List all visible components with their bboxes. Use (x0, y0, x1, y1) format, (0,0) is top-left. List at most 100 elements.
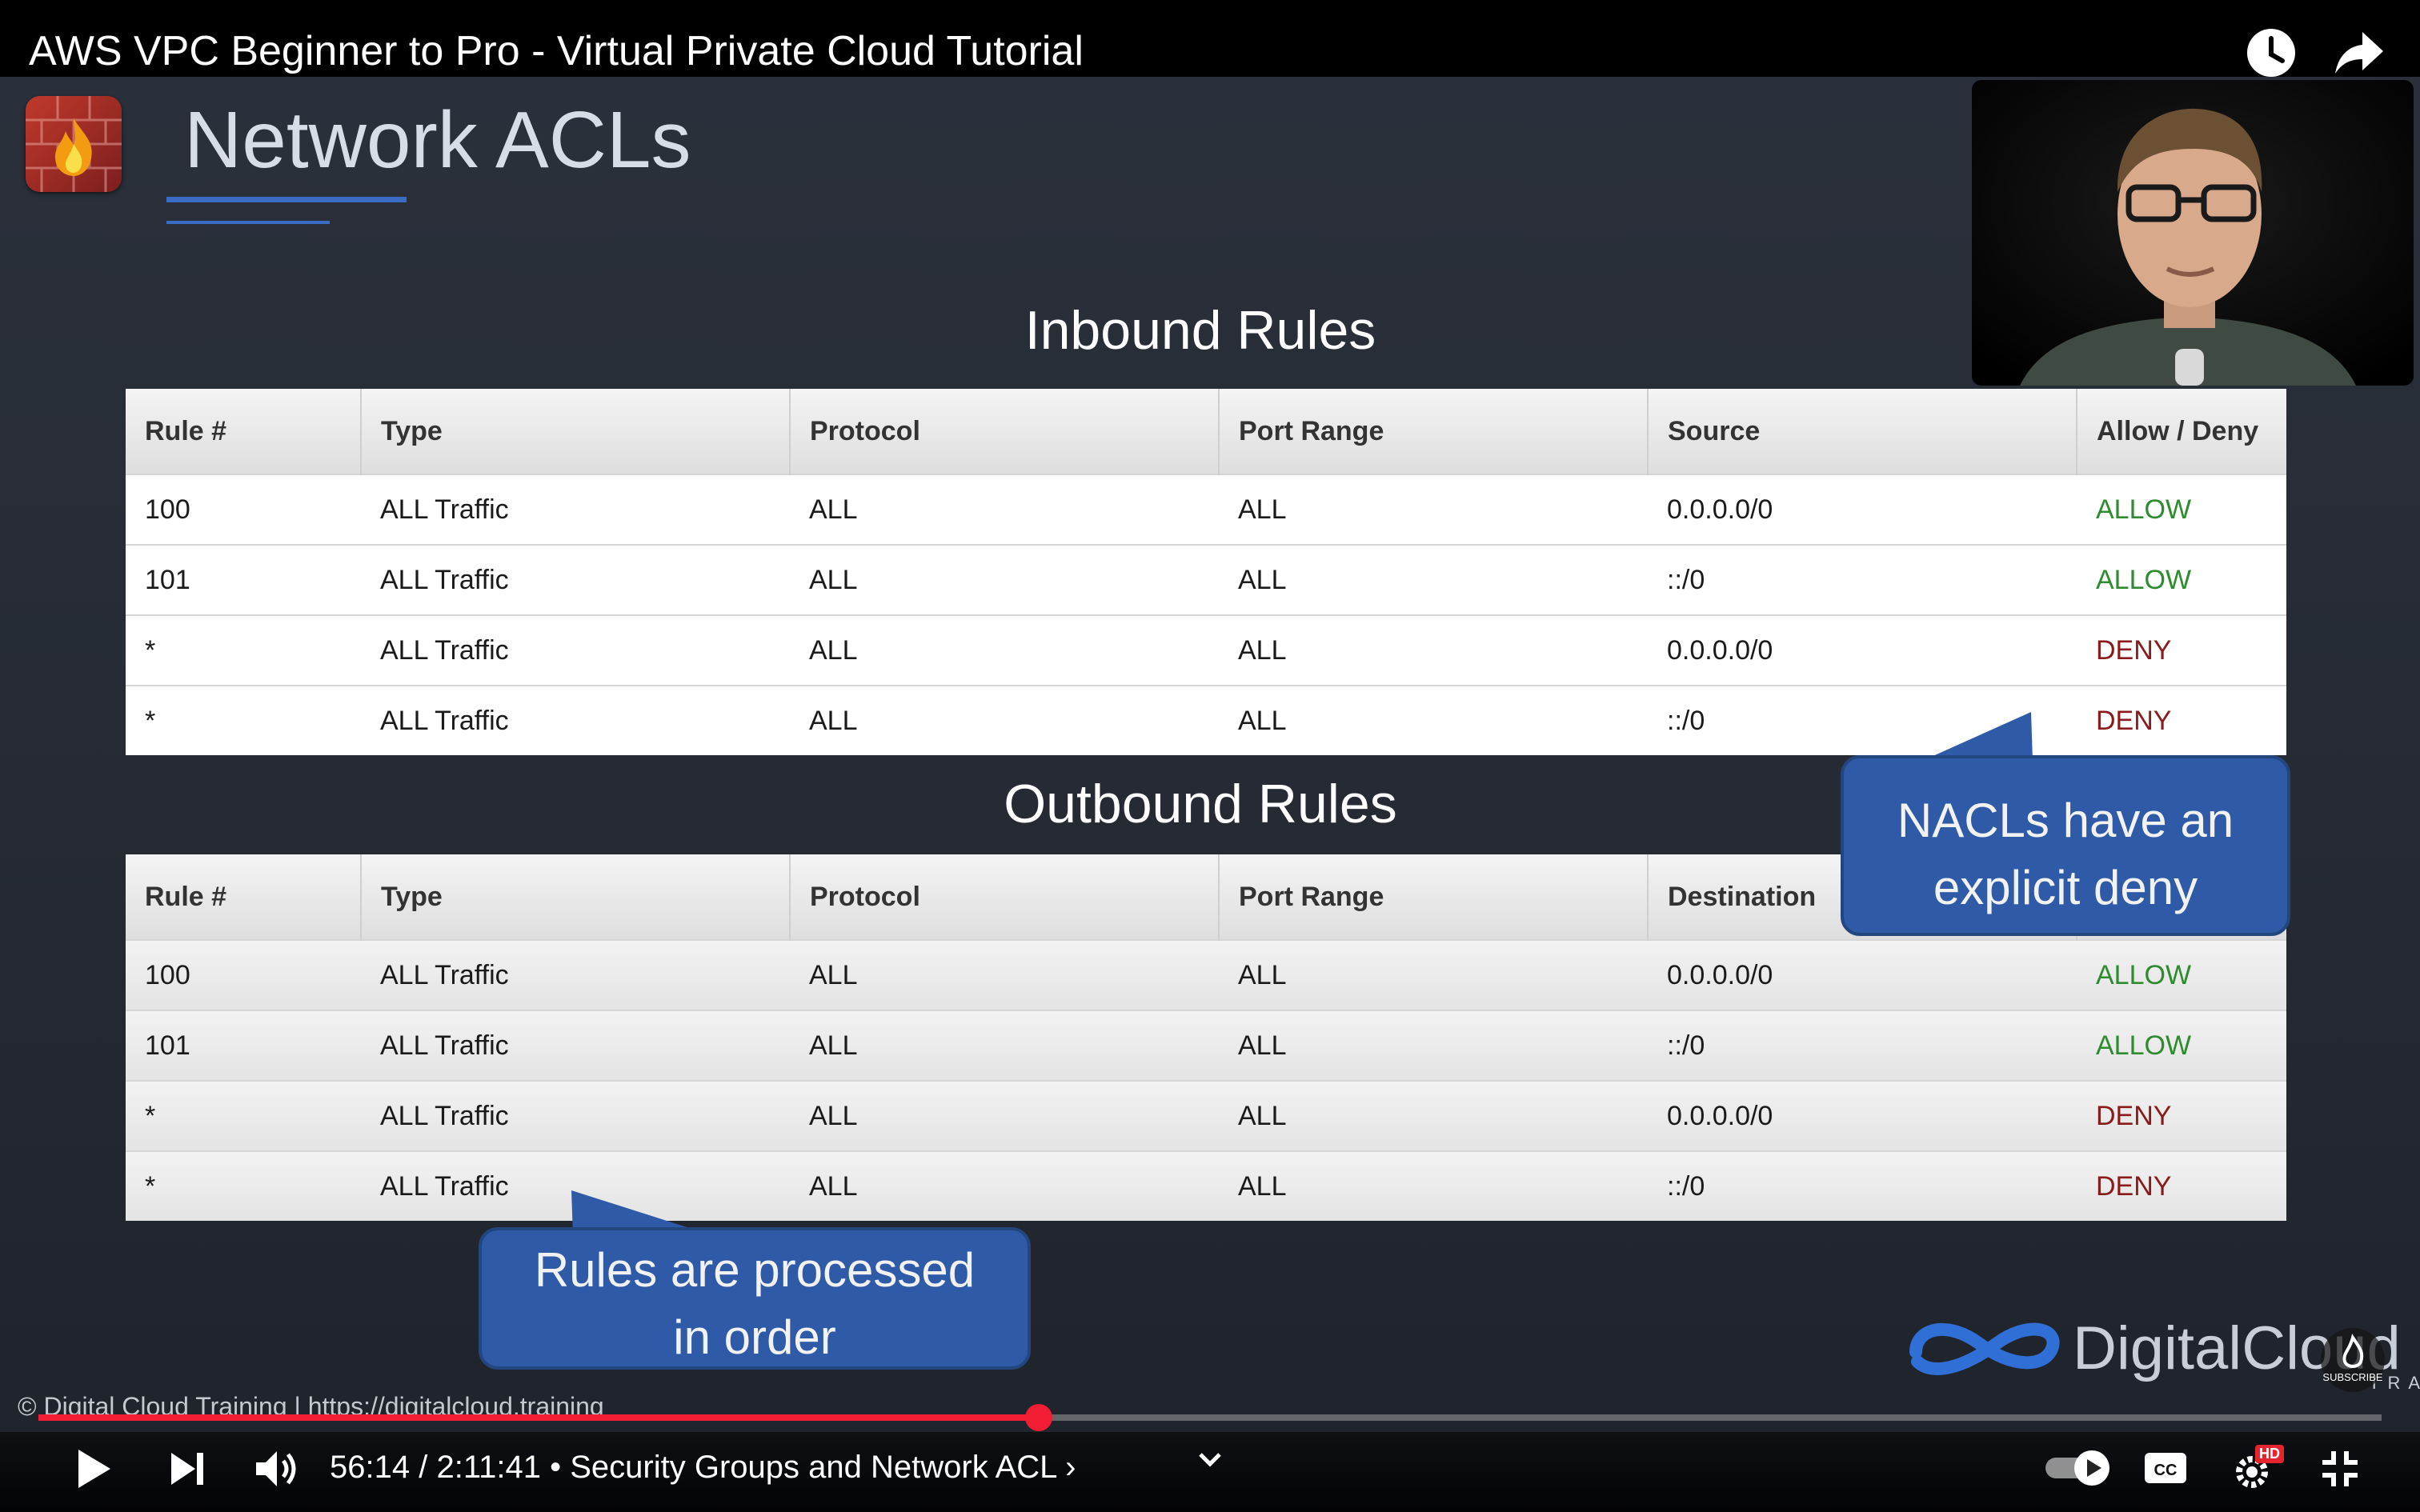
rule-type: ALL Traffic (361, 1080, 790, 1151)
digitalcloud-logo-icon (1909, 1322, 2060, 1375)
hd-badge: HD (2255, 1445, 2284, 1463)
rule-type: ALL Traffic (361, 614, 790, 686)
explicit-deny-callout: NACLs have an explicit deny (1841, 755, 2290, 936)
callout-line: explicit deny (1933, 861, 2198, 914)
chapter-arrow[interactable]: › (1065, 1450, 1076, 1485)
exit-fullscreen-icon[interactable] (2319, 1448, 2361, 1494)
watch-later-icon[interactable] (2242, 24, 2300, 82)
svg-text:CC: CC (2154, 1462, 2178, 1479)
rule-type: ALL Traffic (361, 1010, 790, 1081)
table-row: * ALL Traffic ALL ALL 0.0.0.0/0 DENY (126, 614, 2286, 686)
time-display[interactable]: 56:14 / 2:11:41 • Security Groups and Ne… (330, 1450, 1076, 1486)
rule-source: ::/0 (1648, 544, 2077, 615)
video-title[interactable]: AWS VPC Beginner to Pro - Virtual Privat… (29, 27, 1084, 75)
column-header: Type (361, 389, 791, 474)
rule-number: * (126, 685, 361, 755)
play-icon[interactable] (70, 1446, 115, 1495)
chapter-title[interactable]: Security Groups and Network ACL (570, 1450, 1056, 1485)
table-row: 100 ALL Traffic ALL ALL 0.0.0.0/0 ALLOW (126, 474, 2286, 545)
table-row: 101 ALL Traffic ALL ALL ::/0 ALLOW (126, 544, 2286, 615)
volume-icon[interactable] (253, 1448, 301, 1494)
rule-destination: 0.0.0.0/0 (1648, 1080, 2077, 1151)
presenter-webcam (1972, 80, 2414, 386)
column-header: Protocol (790, 389, 1220, 474)
subscribe-label: SUBSCRIBE (2322, 1371, 2383, 1383)
callout-line: in order (673, 1310, 836, 1364)
column-header: Type (361, 854, 791, 940)
table-row: 101 ALL Traffic ALL ALL ::/0 ALLOW (126, 1010, 2286, 1081)
rule-action: ALLOW (2077, 939, 2286, 1010)
rule-protocol: ALL (790, 685, 1219, 755)
settings-icon[interactable]: HD (2231, 1445, 2284, 1497)
rule-action: DENY (2077, 614, 2286, 686)
subscribe-watermark[interactable]: SUBSCRIBE (2321, 1328, 2385, 1392)
callout-line: NACLs have an (1897, 794, 2234, 847)
rule-protocol: ALL (790, 1010, 1219, 1081)
rule-action: DENY (2077, 1080, 2286, 1151)
title-underline (166, 197, 407, 202)
progress-scrubber[interactable] (1025, 1404, 1053, 1431)
table-row: * ALL Traffic ALL ALL 0.0.0.0/0 DENY (126, 1080, 2286, 1151)
table-header-row: Rule # Type Protocol Port Range Source A… (126, 389, 2286, 474)
rule-protocol: ALL (790, 474, 1219, 545)
inbound-rules-table: Rule # Type Protocol Port Range Source A… (126, 389, 2286, 755)
rule-number: * (126, 614, 361, 686)
rule-source: 0.0.0.0/0 (1648, 474, 2077, 545)
autoplay-toggle-icon[interactable] (2042, 1446, 2114, 1494)
rule-destination: 0.0.0.0/0 (1648, 939, 2077, 1010)
rule-action: ALLOW (2077, 544, 2286, 615)
table-row: 100 ALL Traffic ALL ALL 0.0.0.0/0 ALLOW (126, 939, 2286, 1010)
rule-number: 101 (126, 544, 361, 615)
rule-number: * (126, 1150, 361, 1221)
column-header: Source (1648, 389, 2077, 474)
rule-protocol: ALL (790, 614, 1219, 686)
rule-type: ALL Traffic (361, 685, 790, 755)
slide-title: Network ACLs (184, 95, 691, 185)
current-time: 56:14 (330, 1450, 411, 1485)
video-top-bar: AWS VPC Beginner to Pro - Virtual Privat… (0, 0, 2420, 77)
chapter-separator: • (550, 1450, 562, 1485)
title-underline-secondary (166, 221, 330, 224)
rule-port-range: ALL (1219, 939, 1648, 1010)
rule-port-range: ALL (1219, 544, 1648, 615)
rule-number: 100 (126, 474, 361, 545)
time-separator: / (419, 1450, 428, 1485)
column-header: Port Range (1219, 854, 1649, 940)
rule-protocol: ALL (790, 544, 1219, 615)
rule-source: 0.0.0.0/0 (1648, 614, 2077, 686)
rule-destination: ::/0 (1648, 1150, 2077, 1221)
progress-played (38, 1414, 1040, 1421)
table-row: * ALL Traffic ALL ALL ::/0 DENY (126, 1150, 2286, 1221)
firewall-logo-icon (26, 96, 122, 192)
processing-order-callout: Rules are processed in order (479, 1227, 1031, 1370)
rule-protocol: ALL (790, 939, 1219, 1010)
rule-port-range: ALL (1219, 474, 1648, 545)
rule-action: ALLOW (2077, 474, 2286, 545)
video-duration: 2:11:41 (436, 1450, 541, 1485)
rule-destination: ::/0 (1648, 1010, 2077, 1081)
rule-action: ALLOW (2077, 1010, 2286, 1081)
rule-port-range: ALL (1219, 685, 1648, 755)
rule-action: DENY (2077, 685, 2286, 755)
progress-bar[interactable] (38, 1404, 2382, 1431)
rule-type: ALL Traffic (361, 544, 790, 615)
column-header: Port Range (1219, 389, 1649, 474)
rule-type: ALL Traffic (361, 474, 790, 545)
captions-icon[interactable]: CC (2143, 1450, 2188, 1490)
callout-line: Rules are processed (534, 1243, 976, 1297)
rule-number: * (126, 1080, 361, 1151)
share-icon[interactable] (2330, 24, 2388, 82)
column-header: Allow / Deny (2077, 389, 2286, 474)
rule-type: ALL Traffic (361, 939, 790, 1010)
column-header: Rule # (126, 854, 362, 940)
rule-number: 101 (126, 1010, 361, 1081)
rule-port-range: ALL (1219, 1010, 1648, 1081)
video-player[interactable]: AWS VPC Beginner to Pro - Virtual Privat… (0, 0, 2420, 1512)
chevron-down-icon[interactable] (1196, 1450, 1224, 1473)
rule-action: DENY (2077, 1150, 2286, 1221)
next-icon[interactable] (168, 1450, 208, 1492)
column-header: Protocol (790, 854, 1220, 940)
column-header: Rule # (126, 389, 362, 474)
rule-port-range: ALL (1219, 1150, 1648, 1221)
rule-protocol: ALL (790, 1150, 1219, 1221)
